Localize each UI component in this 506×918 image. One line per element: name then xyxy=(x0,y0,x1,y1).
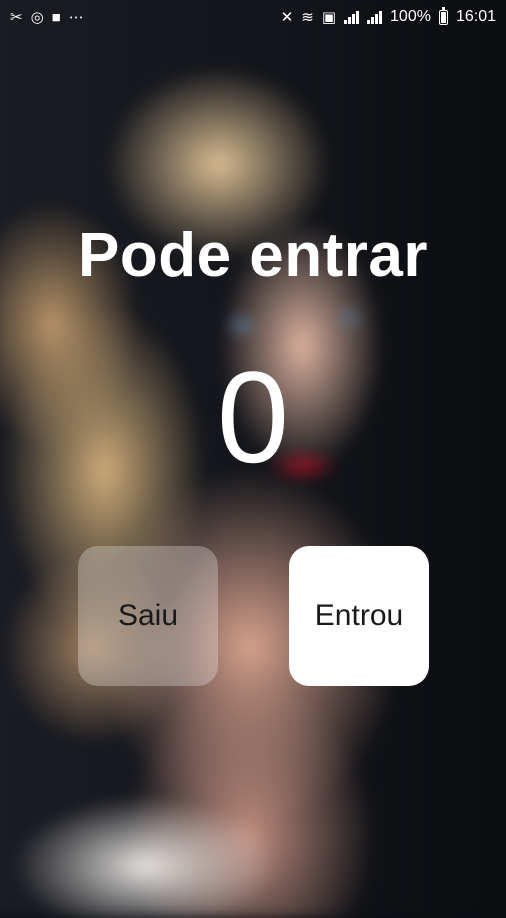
photo-detail-eye xyxy=(220,312,263,338)
status-right-icons: ✕ ≋ ▣ 100% 16:01 xyxy=(280,6,496,26)
battery-percent: 100% xyxy=(390,8,431,25)
entrou-button[interactable]: Entrou xyxy=(289,546,429,686)
sim-icon: ▣ xyxy=(321,8,337,26)
target-icon: ◎ xyxy=(30,8,44,26)
mute-icon: ✕ xyxy=(280,8,294,26)
saiu-button-label: Saiu xyxy=(117,599,179,632)
battery-icon xyxy=(438,6,448,25)
more-icon: ⋯ xyxy=(68,8,84,26)
signal-icon xyxy=(344,10,360,24)
saiu-button[interactable]: Saiu xyxy=(78,546,218,686)
page-title: Pode entrar xyxy=(77,221,429,290)
counter-value: 0 xyxy=(216,344,290,490)
entrou-button-label: Entrou xyxy=(314,599,404,632)
notification-icon: ✂ xyxy=(10,8,23,26)
clock: 16:01 xyxy=(455,8,496,25)
status-left-icons: ✂ ◎ ■ ⋯ xyxy=(10,10,84,25)
status-bar: ✂ ◎ ■ ⋯ ✕ ≋ ▣ 100% 16:01 xyxy=(0,0,506,34)
message-icon: ■ xyxy=(51,8,61,26)
signal-icon xyxy=(367,10,383,24)
wifi-icon: ≋ xyxy=(301,8,314,26)
photo-detail-eye xyxy=(331,306,369,330)
